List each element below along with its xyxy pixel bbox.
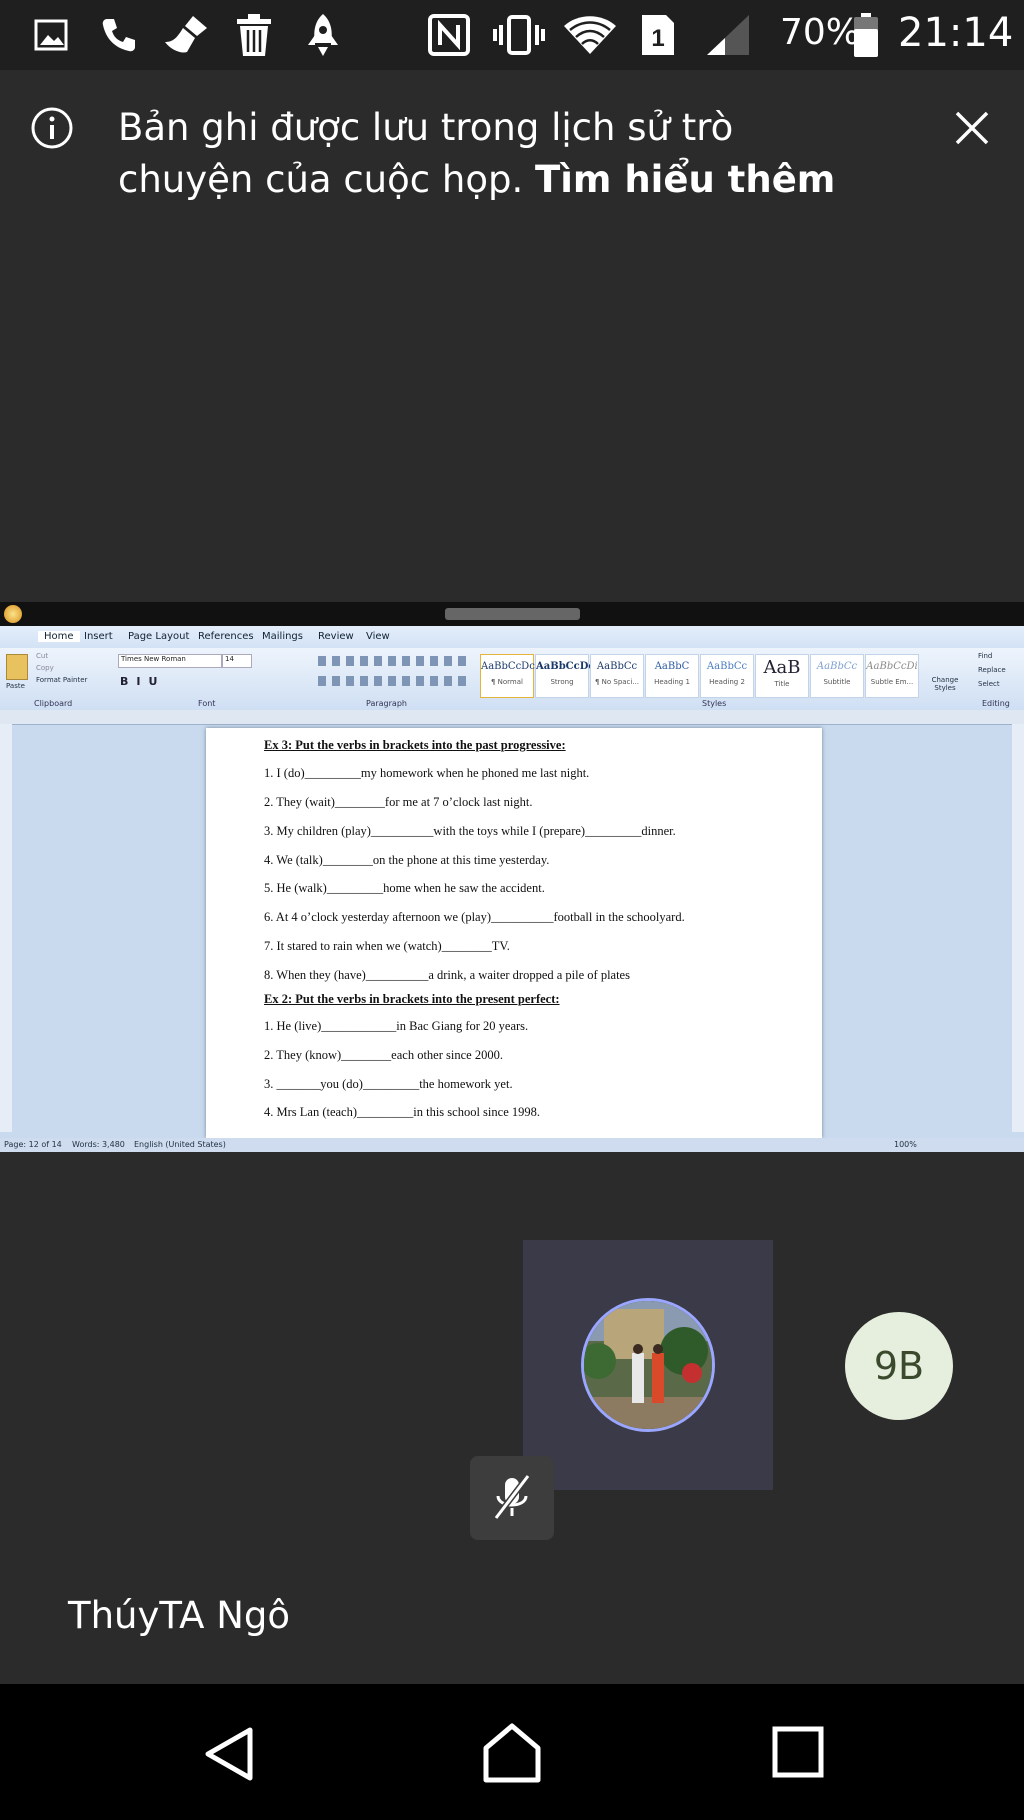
word-count: Words: 3,480 bbox=[72, 1140, 125, 1149]
ribbon: Paste Cut Copy Format Painter Times New … bbox=[0, 648, 1024, 711]
group-label-font: Font bbox=[198, 699, 216, 708]
style-subtitle[interactable]: AaBbCc Subtitle bbox=[810, 654, 864, 698]
recent-apps-icon[interactable] bbox=[772, 1726, 824, 1778]
language: English (United States) bbox=[134, 1140, 226, 1149]
document-line: 2. They (know)________each other since 2… bbox=[264, 1048, 503, 1062]
zoom-level[interactable]: 100% bbox=[894, 1140, 917, 1149]
style-subtle-emphasis[interactable]: AaBbCcDi Subtle Em... bbox=[865, 654, 919, 698]
group-label-styles: Styles bbox=[702, 699, 727, 708]
wifi-icon bbox=[560, 14, 620, 56]
sim-1-icon: 1 bbox=[638, 14, 678, 56]
font-format-buttons[interactable]: BIU bbox=[120, 675, 165, 688]
font-name-box[interactable]: Times New Roman bbox=[118, 654, 222, 668]
group-label-clipboard: Clipboard bbox=[34, 699, 73, 708]
banner-message: Bản ghi được lưu trong lịch sử trò chuyệ… bbox=[118, 102, 878, 206]
document-line: 1. I (do)_________my homework when he ph… bbox=[264, 766, 590, 780]
document-line: 2. They (wait)________for me at 7 o’cloc… bbox=[264, 795, 533, 809]
font-size-box[interactable]: 14 bbox=[222, 654, 252, 668]
home-icon[interactable] bbox=[482, 1722, 542, 1784]
document-line: 4. Mrs Lan (teach)_________in this schoo… bbox=[264, 1105, 540, 1119]
exercise-heading: Ex 2: Put the verbs in brackets into the… bbox=[264, 992, 560, 1006]
style-no-spacing[interactable]: AaBbCc ¶ No Spaci... bbox=[590, 654, 644, 698]
document-line: 8. When they (have)__________a drink, a … bbox=[264, 968, 630, 982]
tab-review[interactable]: Review bbox=[318, 631, 354, 642]
document-line: 5. He (walk)_________home when he saw th… bbox=[264, 881, 545, 895]
paste-icon[interactable] bbox=[6, 654, 28, 680]
word-title-bar bbox=[0, 602, 1024, 626]
close-icon[interactable] bbox=[952, 108, 992, 148]
select-button[interactable]: Select bbox=[978, 680, 1000, 688]
group-label-editing: Editing bbox=[982, 699, 1010, 708]
change-styles-button[interactable]: Change Styles bbox=[928, 676, 962, 692]
style-heading-2[interactable]: AaBbCc Heading 2 bbox=[700, 654, 754, 698]
vibrate-icon bbox=[492, 14, 546, 56]
navigation-bar bbox=[0, 1684, 1024, 1820]
style-normal[interactable]: AaBbCcDc ¶ Normal bbox=[480, 654, 535, 698]
style-strong[interactable]: AaBbCcDc Strong bbox=[535, 654, 595, 698]
phone-icon bbox=[98, 14, 140, 56]
battery-percent: 70% bbox=[780, 12, 861, 53]
page-count: Page: 12 of 14 bbox=[4, 1140, 62, 1149]
tab-insert[interactable]: Insert bbox=[84, 631, 113, 642]
shared-screen: Home Insert Page Layout References Maili… bbox=[0, 602, 1024, 1152]
document-line: 4. We (talk)________on the phone at this… bbox=[264, 853, 550, 867]
mic-off-icon bbox=[493, 1474, 531, 1520]
document-line: 3. My children (play)__________with the … bbox=[264, 824, 676, 838]
status-bar: 1 70% 21:14 bbox=[0, 0, 1024, 70]
rocket-icon bbox=[302, 14, 344, 56]
recording-banner: Bản ghi được lưu trong lịch sử trò chuyệ… bbox=[0, 70, 1024, 220]
group-label-paragraph: Paragraph bbox=[366, 699, 407, 708]
document-line: 6. At 4 o’clock yesterday afternoon we (… bbox=[264, 910, 685, 924]
learn-more-link[interactable]: Tìm hiểu thêm bbox=[535, 158, 835, 201]
mic-muted-button[interactable] bbox=[470, 1456, 554, 1540]
tab-page-layout[interactable]: Page Layout bbox=[128, 631, 189, 642]
tab-mailings[interactable]: Mailings bbox=[262, 631, 303, 642]
paragraph-controls[interactable] bbox=[318, 656, 468, 666]
exercise-heading: Ex 3: Put the verbs in brackets into the… bbox=[264, 738, 566, 752]
paste-label: Paste bbox=[6, 682, 25, 690]
trash-icon bbox=[232, 14, 276, 56]
info-icon bbox=[30, 106, 74, 150]
find-button[interactable]: Find bbox=[978, 652, 992, 660]
document-line: 7. It stared to rain when we (watch)____… bbox=[264, 939, 510, 953]
participant-name: ThúyTA Ngô bbox=[68, 1594, 290, 1637]
vertical-ruler bbox=[0, 724, 12, 1132]
document-line: 3. _______you (do)_________the homework … bbox=[264, 1077, 513, 1091]
alignment-controls[interactable] bbox=[318, 676, 468, 686]
svg-text:1: 1 bbox=[651, 25, 664, 52]
nfc-icon bbox=[426, 14, 472, 56]
copy-label[interactable]: Copy bbox=[36, 664, 54, 672]
gallery-icon bbox=[32, 14, 70, 56]
battery-icon bbox=[852, 13, 880, 57]
document-page[interactable]: Ex 3: Put the verbs in brackets into the… bbox=[206, 728, 822, 1138]
signal-icon bbox=[704, 14, 752, 56]
document-line: 1. He (live)____________in Bac Giang for… bbox=[264, 1019, 529, 1033]
window-title bbox=[445, 608, 580, 620]
participant-initials-badge[interactable]: 9B bbox=[845, 1312, 953, 1420]
office-button-icon bbox=[4, 605, 22, 623]
back-icon[interactable] bbox=[200, 1724, 260, 1784]
word-status-bar: Page: 12 of 14 Words: 3,480 English (Uni… bbox=[0, 1138, 1024, 1152]
tab-view[interactable]: View bbox=[366, 631, 390, 642]
style-heading-1[interactable]: AaBbC Heading 1 bbox=[645, 654, 699, 698]
tab-references[interactable]: References bbox=[198, 631, 254, 642]
vertical-scrollbar[interactable] bbox=[1012, 724, 1024, 1132]
avatar bbox=[581, 1298, 715, 1432]
participant-tile[interactable] bbox=[523, 1240, 773, 1490]
clock: 21:14 bbox=[898, 10, 1014, 56]
replace-button[interactable]: Replace bbox=[978, 666, 1006, 674]
ribbon-tabs: Home Insert Page Layout References Maili… bbox=[0, 626, 1024, 648]
format-painter-label[interactable]: Format Painter bbox=[36, 676, 87, 684]
style-title[interactable]: AaB Title bbox=[755, 654, 809, 698]
cut-label[interactable]: Cut bbox=[36, 652, 48, 660]
broom-icon bbox=[162, 14, 210, 56]
ruler[interactable] bbox=[0, 710, 1024, 725]
tab-home[interactable]: Home bbox=[38, 631, 80, 642]
